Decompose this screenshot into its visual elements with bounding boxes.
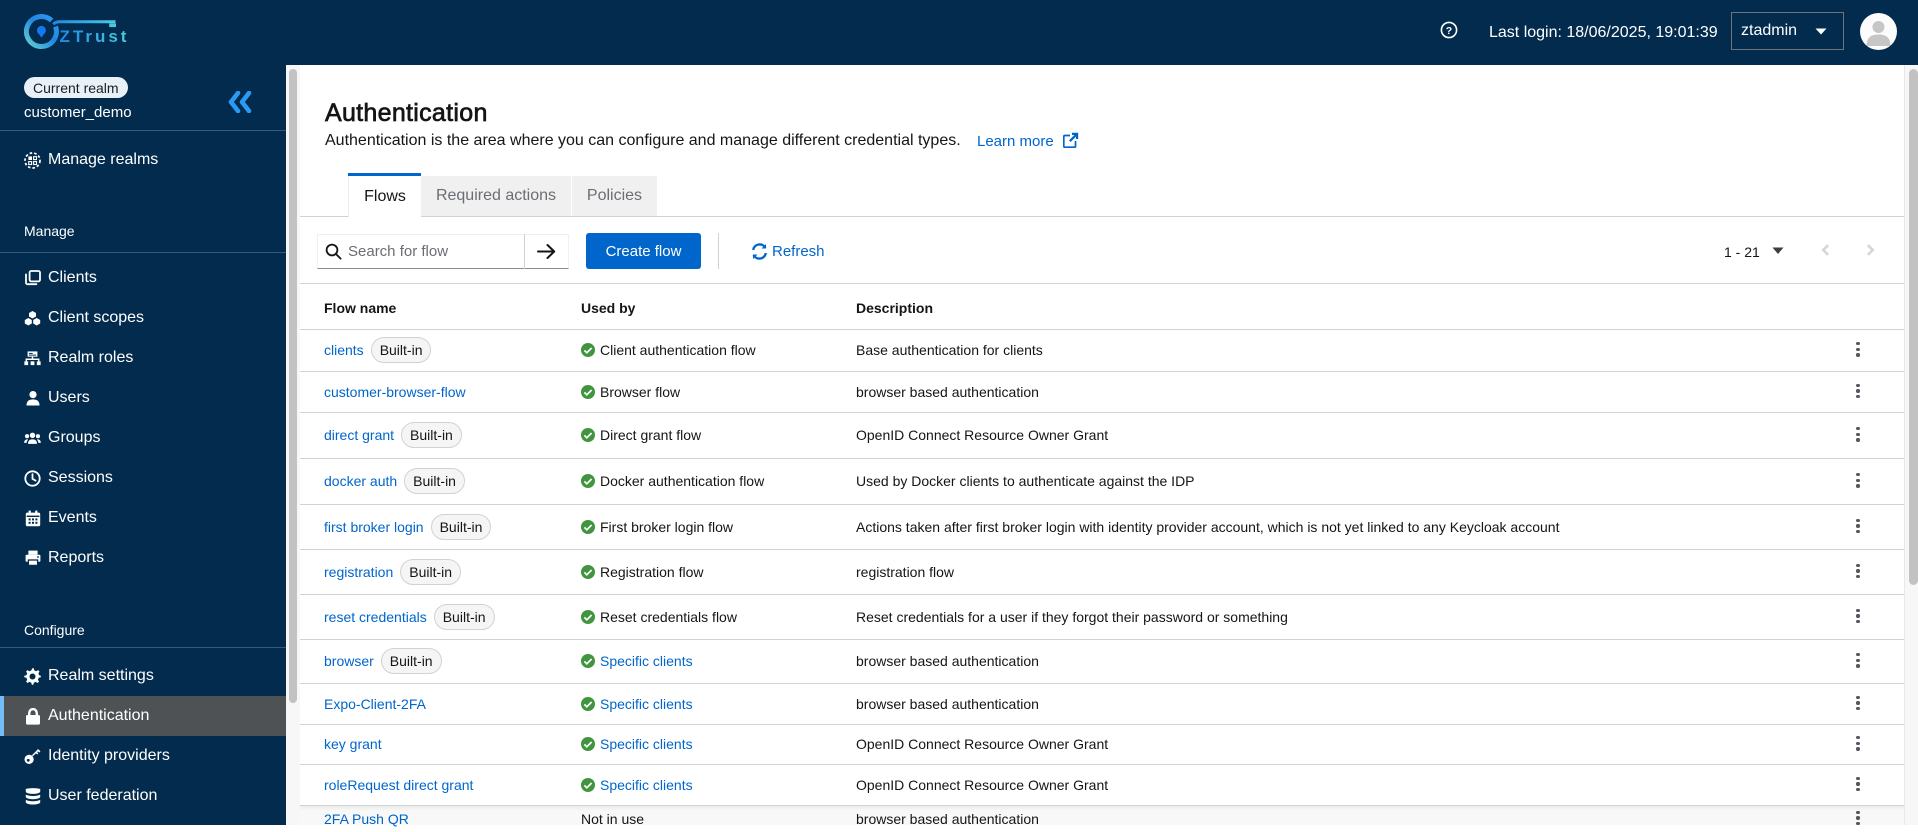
svg-text:?: ? — [1446, 25, 1452, 37]
svg-text:ZTrust: ZTrust — [60, 27, 130, 46]
